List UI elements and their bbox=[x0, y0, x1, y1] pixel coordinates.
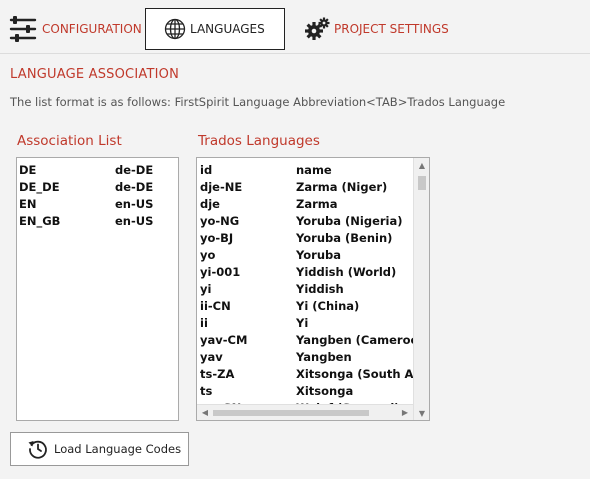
trados-language-code: yav-CM bbox=[200, 333, 248, 347]
trados-language-row[interactable]: ii-CN Yi (China) bbox=[197, 298, 413, 315]
scroll-down-icon[interactable]: ▼ bbox=[417, 409, 427, 419]
trados-language-code: ii bbox=[200, 316, 208, 330]
trados-language-code: yo-NG bbox=[200, 214, 240, 228]
trados-language-code: yo bbox=[200, 248, 216, 262]
scroll-up-icon[interactable]: ▲ bbox=[417, 161, 427, 171]
association-value: de-DE bbox=[115, 180, 154, 194]
trados-language-code: yi-001 bbox=[200, 265, 241, 279]
trados-language-value: Yoruba (Nigeria) bbox=[296, 214, 403, 228]
tab-bar: CONFIGURATION LANGUAGES PROJECT SETTINGS bbox=[0, 0, 590, 54]
trados-language-code: ts-ZA bbox=[200, 367, 235, 381]
trados-language-code: dje-NE bbox=[200, 180, 243, 194]
trados-language-value: Yiddish bbox=[296, 282, 344, 296]
trados-language-row[interactable]: yo-BJ Yoruba (Benin) bbox=[197, 230, 413, 247]
association-code: EN bbox=[19, 197, 37, 211]
trados-language-row[interactable]: dje Zarma bbox=[197, 196, 413, 213]
association-row[interactable]: DE de-DE bbox=[17, 162, 178, 179]
trados-language-row[interactable]: yi Yiddish bbox=[197, 281, 413, 298]
gears-icon bbox=[304, 16, 330, 42]
trados-language-row[interactable]: id name bbox=[197, 162, 413, 179]
trados-language-row[interactable]: yo Yoruba bbox=[197, 247, 413, 264]
trados-language-code: yo-BJ bbox=[200, 231, 234, 245]
trados-language-code: yav bbox=[200, 350, 223, 364]
trados-language-row[interactable]: dje-NE Zarma (Niger) bbox=[197, 179, 413, 196]
trados-language-row[interactable]: ii Yi bbox=[197, 315, 413, 332]
association-list-label: Association List bbox=[17, 133, 122, 149]
trados-languages-label: Trados Languages bbox=[198, 133, 320, 149]
horizontal-scroll-thumb[interactable] bbox=[213, 410, 369, 416]
trados-language-code: yi bbox=[200, 282, 212, 296]
globe-icon bbox=[164, 18, 186, 40]
trados-language-value: Zarma (Niger) bbox=[296, 180, 388, 194]
association-value: en-US bbox=[115, 214, 154, 228]
trados-language-row[interactable]: yav Yangben bbox=[197, 349, 413, 366]
trados-language-code: dje bbox=[200, 197, 220, 211]
history-icon bbox=[27, 438, 49, 460]
scroll-left-icon[interactable]: ◀ bbox=[200, 408, 210, 418]
trados-language-value: Zarma bbox=[296, 197, 338, 211]
trados-language-row[interactable]: ts Xitsonga bbox=[197, 383, 413, 400]
tab-configuration[interactable]: CONFIGURATION bbox=[8, 8, 142, 50]
trados-language-value: Yangben (Cameroon) bbox=[296, 333, 413, 347]
horizontal-scrollbar[interactable]: ◀ ▶ bbox=[197, 404, 413, 420]
trados-language-value: Yangben bbox=[296, 350, 352, 364]
scroll-right-icon[interactable]: ▶ bbox=[400, 408, 410, 418]
association-code: DE bbox=[19, 163, 37, 177]
trados-language-value: Yiddish (World) bbox=[296, 265, 397, 279]
trados-language-value: Yi (China) bbox=[296, 299, 360, 313]
tab-project-settings[interactable]: PROJECT SETTINGS bbox=[304, 8, 449, 50]
tab-languages-label: LANGUAGES bbox=[190, 22, 265, 36]
tab-configuration-label: CONFIGURATION bbox=[42, 22, 142, 36]
association-code: EN_GB bbox=[19, 214, 61, 228]
sliders-icon bbox=[8, 14, 38, 44]
association-list[interactable]: DE de-DE DE_DE de-DE EN en-US EN_GB en-US bbox=[16, 157, 179, 421]
association-row[interactable]: EN en-US bbox=[17, 196, 178, 213]
trados-language-value: Yoruba (Benin) bbox=[296, 231, 393, 245]
trados-language-row[interactable]: ts-ZA Xitsonga (South Africa) bbox=[197, 366, 413, 383]
vertical-scrollbar[interactable]: ▲ ▼ bbox=[413, 158, 429, 420]
trados-language-value: Xitsonga bbox=[296, 384, 354, 398]
section-title: LANGUAGE ASSOCIATION bbox=[10, 67, 179, 82]
association-value: en-US bbox=[115, 197, 154, 211]
tab-languages[interactable]: LANGUAGES bbox=[145, 8, 285, 50]
tab-project-settings-label: PROJECT SETTINGS bbox=[334, 22, 449, 36]
format-description: The list format is as follows: FirstSpir… bbox=[10, 95, 506, 109]
association-row[interactable]: DE_DE de-DE bbox=[17, 179, 178, 196]
trados-language-value: Xitsonga (South Africa) bbox=[296, 367, 413, 381]
trados-language-code: id bbox=[200, 163, 213, 177]
trados-languages-list[interactable]: id name dje-NE Zarma (Niger) dje Zarma yo-NG Yo… bbox=[196, 157, 430, 421]
load-language-codes-button[interactable]: Load Language Codes bbox=[10, 432, 189, 466]
trados-language-code: ii-CN bbox=[200, 299, 231, 313]
trados-language-row[interactable]: yi-001 Yiddish (World) bbox=[197, 264, 413, 281]
trados-language-value: Yoruba bbox=[296, 248, 342, 262]
trados-language-value: Yi bbox=[296, 316, 309, 330]
trados-language-code: ts bbox=[200, 384, 213, 398]
load-language-codes-label: Load Language Codes bbox=[54, 442, 182, 456]
trados-language-row[interactable]: yav-CM Yangben (Cameroon) bbox=[197, 332, 413, 349]
association-value: de-DE bbox=[115, 163, 154, 177]
vertical-scroll-thumb[interactable] bbox=[418, 176, 426, 190]
association-row[interactable]: EN_GB en-US bbox=[17, 213, 178, 230]
association-code: DE_DE bbox=[19, 180, 60, 194]
trados-language-value: name bbox=[296, 163, 332, 177]
trados-language-row[interactable]: yo-NG Yoruba (Nigeria) bbox=[197, 213, 413, 230]
